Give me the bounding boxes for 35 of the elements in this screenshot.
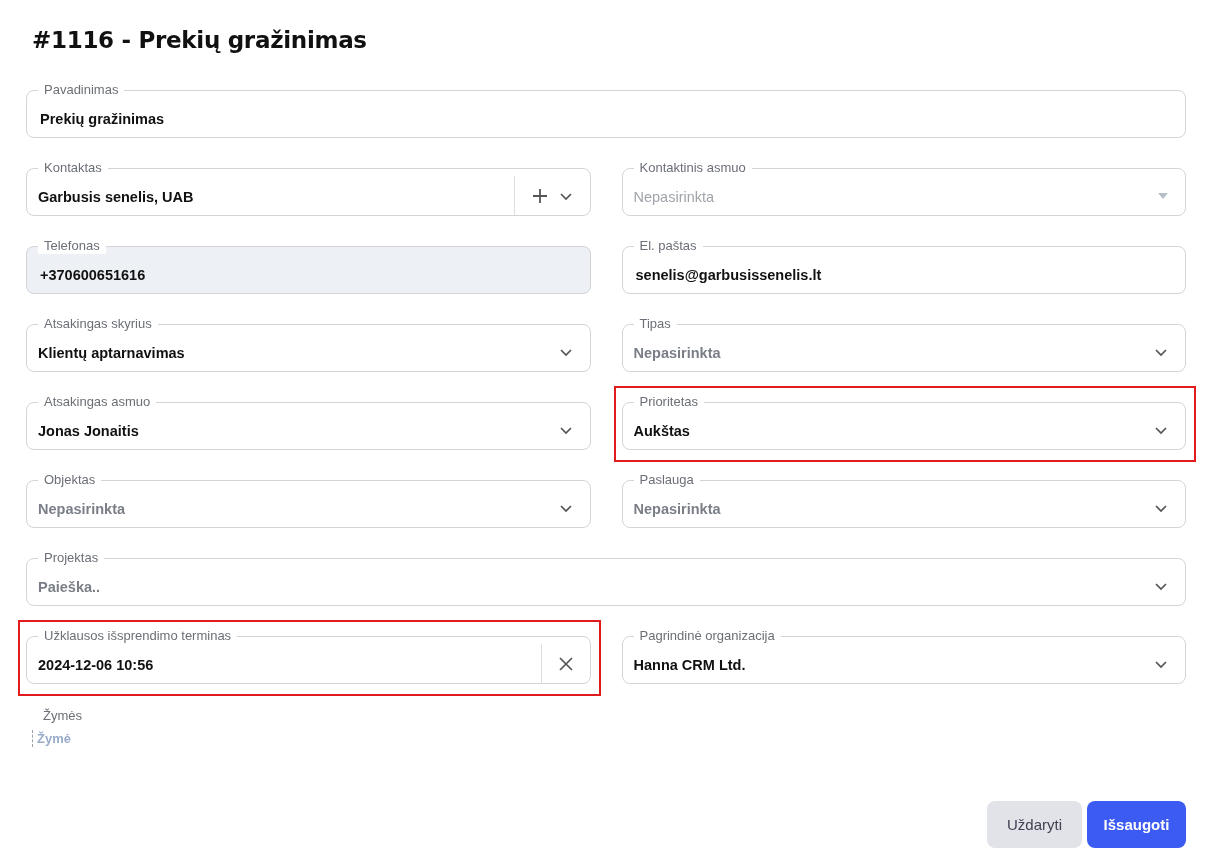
select-field[interactable]: Tipas Nepasirinkta <box>621 316 1186 372</box>
field-placeholder: Paieška.. <box>38 578 101 595</box>
select-field[interactable]: Prioritetas Aukštas <box>621 394 1186 450</box>
caret-down-icon <box>1158 192 1168 199</box>
close-button[interactable]: Uždaryti <box>987 801 1082 848</box>
field-value: Garbusis senelis, UAB <box>38 188 194 205</box>
input-field[interactable]: Telefonas +370600651616 <box>26 238 591 294</box>
field-value: +370600651616 <box>40 266 146 283</box>
field-value: Klientų aptarnavimas <box>38 344 185 361</box>
tags-label: Žymės <box>42 708 82 724</box>
select-field[interactable]: Projektas Paieška.. <box>26 550 1186 606</box>
select-field[interactable]: Kontaktas Garbusis senelis, UAB <box>26 160 591 216</box>
field-placeholder: Nepasirinkta <box>38 500 126 517</box>
field-value: senelis@garbusissenelis.lt <box>635 266 822 283</box>
dialog-title: #1116 - Prekių gražinimas <box>32 26 368 54</box>
select-field[interactable]: Atsakingas skyrius Klientų aptarnavimas <box>26 316 591 372</box>
field-value: 2024-12-06 10:56 <box>38 656 154 673</box>
field-value: Prekių gražinimas <box>40 110 165 127</box>
select-field[interactable]: Atsakingas asmuo Jonas Jonaitis <box>26 394 591 450</box>
field-value: Aukštas <box>633 422 690 439</box>
field-placeholder: Nepasirinkta <box>633 344 721 361</box>
date-field[interactable]: Užklausos išsprendimo terminas 2024-12-06 10:56 <box>26 628 591 684</box>
field-placeholder: Nepasirinkta <box>633 188 715 205</box>
input-field[interactable]: Pavadinimas Prekių gražinimas <box>26 82 1186 138</box>
select-field[interactable]: Objektas Nepasirinkta <box>26 472 591 528</box>
select-field[interactable]: Paslauga Nepasirinkta <box>621 472 1186 528</box>
field-value: Jonas Jonaitis <box>38 422 139 439</box>
input-field[interactable]: El. paštas senelis@garbusissenelis.lt <box>621 238 1186 294</box>
field-value: Hanna CRM Ltd. <box>633 656 746 673</box>
plus-icon[interactable] <box>530 186 549 205</box>
clear-icon[interactable] <box>557 655 574 672</box>
select-field[interactable]: Pagrindinė organizacija Hanna CRM Ltd. <box>621 628 1186 684</box>
save-button[interactable]: Išsaugoti <box>1087 801 1186 848</box>
field-placeholder: Nepasirinkta <box>633 500 721 517</box>
field-label: Telefonas <box>38 238 106 254</box>
